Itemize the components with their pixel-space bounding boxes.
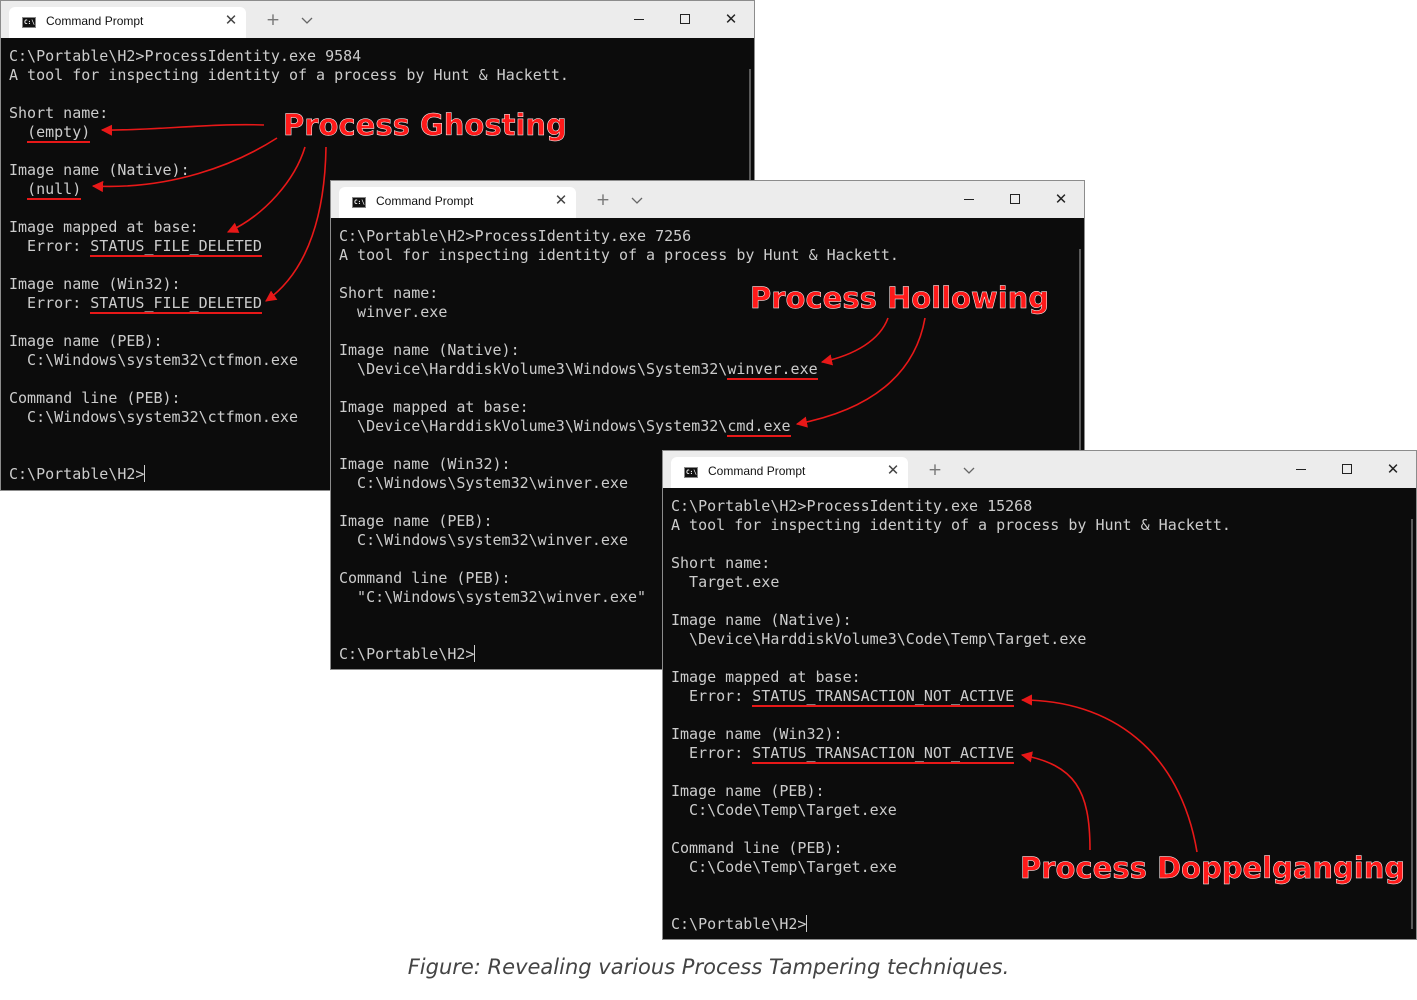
arrow-doppel-1 (1020, 694, 1198, 853)
figure-caption: Figure: Revealing various Process Tamper… (407, 955, 1010, 979)
arrow-ghost-deleted-1 (226, 146, 306, 233)
annotation-process-hollowing: Process Hollowing (750, 281, 1050, 316)
arrow-hollow-winver (820, 317, 889, 366)
arrow-doppel-2 (1020, 751, 1091, 851)
annotation-process-doppelganging: Process Doppelganging (1020, 851, 1406, 886)
arrow-hollow-cmd (795, 317, 926, 428)
annotation-process-ghosting: Process Ghosting (283, 108, 567, 143)
annotation-arrows (91, 123, 1198, 853)
arrow-ghost-null (91, 137, 278, 193)
arrow-ghost-empty (100, 123, 265, 136)
arrow-ghost-deleted-2 (265, 146, 327, 302)
